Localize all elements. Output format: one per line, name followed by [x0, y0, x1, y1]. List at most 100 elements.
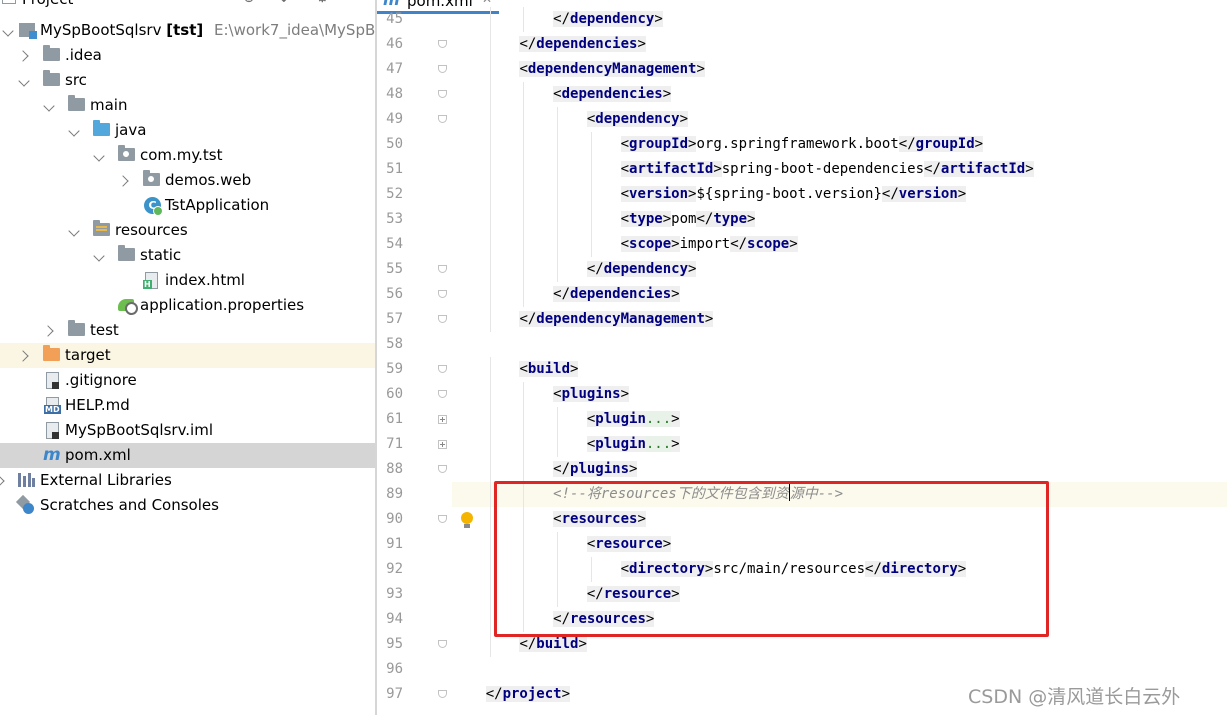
- tree-item-demos-web[interactable]: demos.web: [0, 168, 375, 193]
- project-panel-title[interactable]: Project: [22, 0, 73, 8]
- code-line[interactable]: </dependencies>: [452, 32, 1227, 57]
- expand-fold-icon[interactable]: [438, 440, 447, 449]
- code-line[interactable]: </plugins>: [452, 457, 1227, 482]
- code-line[interactable]: <groupId>org.springframework.boot</group…: [452, 132, 1227, 157]
- minimize-icon[interactable]: —: [350, 0, 364, 6]
- tree-item-src[interactable]: src: [0, 68, 375, 93]
- fold-marker-icon[interactable]: [438, 390, 447, 398]
- code-line[interactable]: <dependencies>: [452, 82, 1227, 107]
- code-line[interactable]: <version>${spring-boot.version}</version…: [452, 182, 1227, 207]
- code-line[interactable]: </dependency>: [452, 7, 1227, 32]
- project-view-icon[interactable]: [2, 0, 16, 4]
- fold-marker-icon[interactable]: [438, 90, 447, 98]
- tree-item-scratches[interactable]: Scratches and Consoles: [0, 493, 375, 518]
- chevron-right-icon[interactable]: [18, 43, 32, 68]
- code-text: </dependency>: [586, 261, 697, 277]
- chevron-right-icon[interactable]: [43, 318, 57, 343]
- code-line[interactable]: <scope>import</scope>: [452, 232, 1227, 257]
- code-line[interactable]: <plugin...>: [452, 407, 1227, 432]
- tree-item-tstapplication[interactable]: C TstApplication: [0, 193, 375, 218]
- code-line[interactable]: </resource>: [452, 582, 1227, 607]
- line-number-text: 49: [386, 111, 403, 127]
- fold-marker-icon[interactable]: [438, 40, 447, 48]
- code-line[interactable]: <!--将resources下的文件包含到资源中-->: [452, 482, 1227, 507]
- tree-item-gitignore[interactable]: .gitignore: [0, 368, 375, 393]
- chevron-down-icon[interactable]: [93, 143, 107, 168]
- tree-item-help-md[interactable]: MD HELP.md: [0, 393, 375, 418]
- code-line[interactable]: </dependencyManagement>: [452, 307, 1227, 332]
- code-line[interactable]: <plugins>: [452, 382, 1227, 407]
- indent-guide: [523, 507, 525, 532]
- tree-item-static[interactable]: static: [0, 243, 375, 268]
- fold-marker-icon[interactable]: [438, 265, 447, 273]
- code-line[interactable]: <artifactId>spring-boot-dependencies</ar…: [452, 157, 1227, 182]
- code-line[interactable]: <build>: [452, 357, 1227, 382]
- fold-marker-icon[interactable]: [438, 640, 447, 648]
- fold-marker-icon[interactable]: [438, 315, 447, 323]
- tree-item-target[interactable]: target: [0, 343, 375, 368]
- collapse-all-icon[interactable]: ⇟: [278, 0, 290, 6]
- tree-item-external-libraries[interactable]: External Libraries: [0, 468, 375, 493]
- chevron-down-icon[interactable]: [43, 93, 57, 118]
- close-icon[interactable]: ✕: [482, 0, 492, 6]
- tree-item-index-html[interactable]: H index.html: [0, 268, 375, 293]
- gear-icon[interactable]: ⚙: [316, 0, 329, 6]
- fold-marker-icon[interactable]: [438, 690, 447, 698]
- fold-marker-icon[interactable]: [438, 465, 447, 473]
- code-line[interactable]: <dependencyManagement>: [452, 57, 1227, 82]
- fold-marker-icon[interactable]: [438, 290, 447, 298]
- tree-item-idea[interactable]: .idea: [0, 43, 375, 68]
- lightbulb-icon[interactable]: [460, 512, 474, 530]
- code-line[interactable]: </build>: [452, 632, 1227, 657]
- indent-guide: [489, 582, 491, 607]
- code-line[interactable]: </dependencies>: [452, 282, 1227, 307]
- code-text: <plugin...>: [586, 436, 680, 452]
- tree-item-main[interactable]: main: [0, 93, 375, 118]
- expand-fold-icon[interactable]: [438, 415, 447, 424]
- fold-marker-icon[interactable]: [438, 65, 447, 73]
- indent-guide: [489, 182, 491, 207]
- tree-item-java[interactable]: java: [0, 118, 375, 143]
- code-line[interactable]: [452, 657, 1227, 682]
- code-line[interactable]: </dependency>: [452, 257, 1227, 282]
- tree-item-com-my-tst[interactable]: com.my.tst: [0, 143, 375, 168]
- line-number-text: 91: [386, 536, 403, 552]
- code-line[interactable]: <directory>src/main/resources</directory…: [452, 557, 1227, 582]
- code-text: </dependency>: [553, 11, 663, 27]
- tree-item-iml[interactable]: MySpBootSqlsrv.iml: [0, 418, 375, 443]
- code-text: </dependencyManagement>: [519, 311, 714, 327]
- fold-marker-icon[interactable]: [438, 115, 447, 123]
- tree-item-application-properties[interactable]: application.properties: [0, 293, 375, 318]
- code-line[interactable]: <type>pom</type>: [452, 207, 1227, 232]
- chevron-down-icon[interactable]: [68, 218, 82, 243]
- tree-item-project-root[interactable]: MySpBootSqlsrv [tst] E:\work7_idea\MySpB…: [0, 18, 375, 43]
- code-text: <!--将resources下的文件包含到资源中-->: [452, 484, 843, 502]
- code-line[interactable]: </resources>: [452, 607, 1227, 632]
- code-editor[interactable]: m pom.xml ✕ 4546474849505152535455565758…: [377, 0, 1227, 715]
- chevron-down-icon[interactable]: [68, 118, 82, 143]
- chevron-down-icon[interactable]: [93, 243, 107, 268]
- tree-item-pom-xml[interactable]: m pom.xml: [0, 443, 375, 468]
- html-file-icon: H: [143, 272, 158, 289]
- module-tag: [tst]: [166, 21, 204, 39]
- code-area[interactable]: </dependency> </dependencies> <dependenc…: [452, 7, 1227, 707]
- tree-item-test[interactable]: test: [0, 318, 375, 343]
- code-line[interactable]: <dependency>: [452, 107, 1227, 132]
- code-line[interactable]: [452, 332, 1227, 357]
- code-line[interactable]: <resource>: [452, 532, 1227, 557]
- code-line[interactable]: <plugin...>: [452, 432, 1227, 457]
- indent-guide: [523, 207, 525, 232]
- chevron-down-icon[interactable]: [2, 18, 16, 43]
- spring-properties-icon: [118, 299, 138, 315]
- chevron-down-icon[interactable]: [18, 68, 32, 93]
- fold-marker-icon[interactable]: [438, 365, 447, 373]
- chevron-right-icon[interactable]: [118, 168, 132, 193]
- chevron-right-icon[interactable]: [0, 468, 8, 493]
- indent-guide: [557, 407, 559, 432]
- locate-file-icon[interactable]: ⊕: [243, 0, 255, 6]
- chevron-right-icon[interactable]: [18, 343, 32, 368]
- tree-item-resources[interactable]: resources: [0, 218, 375, 243]
- code-line[interactable]: <resources>: [452, 507, 1227, 532]
- fold-marker-icon[interactable]: [438, 515, 447, 523]
- tree-item-label: com.my.tst: [140, 146, 223, 164]
